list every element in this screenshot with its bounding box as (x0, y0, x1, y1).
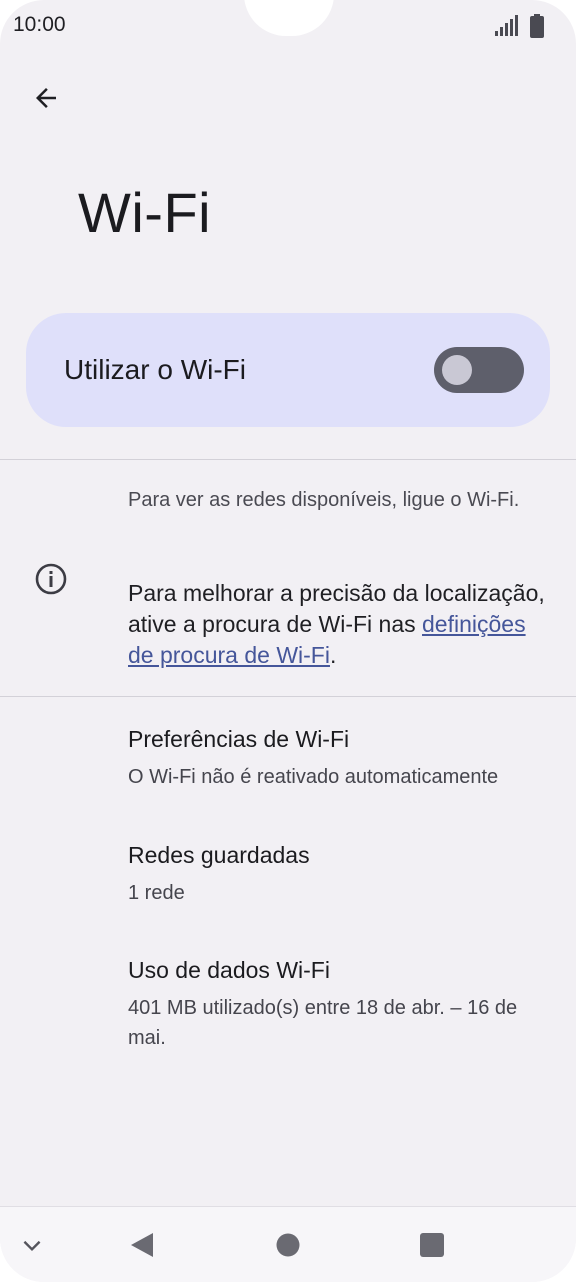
wifi-toggle[interactable] (434, 347, 524, 393)
page-title: Wi-Fi (78, 181, 212, 244)
item-summary: 1 rede (128, 882, 185, 904)
use-wifi-switch-bar[interactable]: Utilizar o Wi-Fi (26, 313, 550, 427)
recents-square-icon (420, 1233, 444, 1257)
back-button[interactable] (22, 74, 70, 122)
item-title: Redes guardadas (128, 842, 310, 868)
status-bar: 10:00 (0, 0, 576, 54)
chevron-down-icon (23, 1240, 41, 1252)
list-item-saved-networks[interactable]: Redes guardadas 1 rede (0, 842, 576, 922)
item-title: Preferências de Wi-Fi (128, 726, 350, 752)
home-button[interactable] (268, 1227, 308, 1263)
item-title: Uso de dados Wi-Fi (128, 957, 330, 983)
settings-screen: 10:00 Wi-Fi Utilizar o Wi-Fi Para ver as… (0, 0, 576, 1282)
scanning-hint-suffix: . (329, 642, 337, 668)
camera-notch (244, 0, 334, 36)
navigation-bar (0, 1206, 576, 1282)
back-triangle-icon (131, 1233, 153, 1257)
home-circle-icon (276, 1233, 300, 1257)
arrow-back-icon (36, 88, 56, 108)
item-summary: 401 MB utilizado(s) entre 18 de abr. – 1… (128, 997, 518, 1049)
toggle-thumb (442, 355, 472, 385)
list-item-wifi-preferences[interactable]: Preferências de Wi-Fi O Wi-Fi não é reat… (0, 726, 576, 806)
nav-back-button[interactable] (122, 1227, 162, 1263)
battery-icon (530, 14, 544, 38)
divider (0, 459, 576, 460)
item-summary: O Wi-Fi não é reativado automaticamente (128, 766, 499, 788)
recents-button[interactable] (412, 1227, 452, 1263)
scanning-hint: Para melhorar a precisão da localização,… (128, 578, 548, 671)
info-icon (35, 563, 67, 595)
wifi-off-hint: Para ver as redes disponíveis, ligue o W… (128, 489, 520, 511)
chevron-down-button[interactable] (12, 1227, 52, 1263)
status-time: 10:00 (13, 13, 66, 36)
use-wifi-label: Utilizar o Wi-Fi (64, 354, 246, 385)
signal-icon (495, 15, 518, 36)
divider (0, 696, 576, 697)
list-item-wifi-data-usage[interactable]: Uso de dados Wi-Fi 401 MB utilizado(s) e… (0, 957, 576, 1057)
